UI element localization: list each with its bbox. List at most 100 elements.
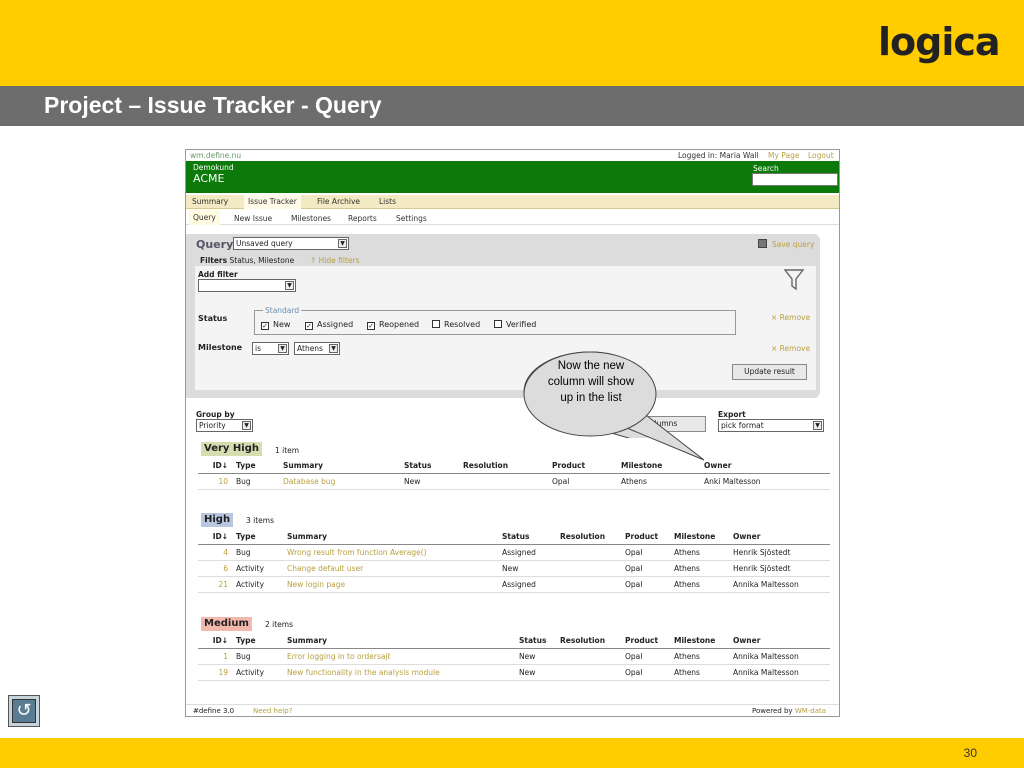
column-header[interactable]: Product [621,633,670,649]
status-checkbox-resolved[interactable]: Resolved [432,320,480,329]
tab-reports[interactable]: Reports [348,214,377,223]
hide-filters-link[interactable]: ↑ Hide filters [310,256,360,265]
issue-id[interactable]: 21 [198,576,232,593]
issue-id[interactable]: 19 [198,664,232,681]
issue-id[interactable]: 1 [198,648,232,665]
chevron-down-icon: ▼ [242,421,251,430]
column-header[interactable]: Milestone [670,529,729,545]
column-header[interactable]: Status [515,633,556,649]
remove-status-filter[interactable]: × Remove [771,313,810,322]
column-header[interactable]: ID↓ [198,458,232,474]
return-button[interactable]: ↺ [8,695,40,727]
column-header[interactable]: Owner [729,633,830,649]
tab-new-issue[interactable]: New Issue [234,214,272,223]
issue-summary-link[interactable]: Change default user [283,560,498,577]
issue-id[interactable]: 4 [198,544,232,561]
column-header[interactable]: Resolution [556,529,621,545]
query-select-value: Unsaved query [236,239,293,248]
wm-data-link[interactable]: WM-data [795,707,826,715]
column-header[interactable]: Summary [283,633,515,649]
status-checkbox-new[interactable]: ✓ New [261,320,290,330]
issue-summary-link[interactable]: Error logging in to ordersajt [283,648,515,665]
column-header[interactable]: Owner [729,529,830,545]
table-row[interactable]: 19 Activity New functionality in the ana… [198,664,830,681]
export-value: pick format [721,421,764,430]
issue-status: New [400,473,459,490]
slide-title: Project – Issue Tracker - Query [44,92,382,118]
tab-settings[interactable]: Settings [396,214,427,223]
table-row[interactable]: 6 Activity Change default user New Opal … [198,560,830,577]
site-url: wm.define.nu [190,151,242,160]
issue-product: Opal [548,473,617,490]
issue-summary-link[interactable]: Database bug [279,473,400,490]
query-select[interactable]: Unsaved query ▼ [233,237,349,250]
issue-summary-link[interactable]: New functionality in the analysis module [283,664,515,681]
need-help-link[interactable]: Need help? [253,707,292,715]
funnel-icon[interactable] [784,269,804,291]
status-checkbox-assigned[interactable]: ✓ Assigned [305,320,353,330]
column-header[interactable]: Product [621,529,670,545]
issue-id[interactable]: 10 [198,473,232,490]
milestone-value-select[interactable]: Athens ▼ [294,342,340,355]
table-row[interactable]: 1 Bug Error logging in to ordersajt New … [198,648,830,665]
table-row[interactable]: 21 Activity New login page Assigned Opal… [198,576,830,593]
tab-issue-tracker[interactable]: Issue Tracker [244,195,301,209]
issue-id[interactable]: 6 [198,560,232,577]
top-brand-band [0,0,1024,86]
column-header[interactable]: Summary [279,458,400,474]
issue-summary-link[interactable]: New login page [283,576,498,593]
checkbox-empty-icon [432,320,440,328]
bottom-brand-band [0,738,1024,768]
column-header[interactable]: Type [232,633,283,649]
status-checkbox-verified[interactable]: Verified [494,320,536,329]
tab-file-archive[interactable]: File Archive [317,197,360,206]
group-badge-very-high: Very High [201,442,262,456]
add-filter-select[interactable]: ▼ [198,279,296,292]
issue-owner: Henrik Sjöstedt [729,560,830,577]
remove-milestone-filter[interactable]: × Remove [771,344,810,353]
tab-lists[interactable]: Lists [379,197,396,206]
milestone-filter-label: Milestone [198,343,243,352]
tab-summary[interactable]: Summary [192,197,228,206]
status-checkbox-reopened[interactable]: ✓ Reopened [367,320,419,330]
export-select[interactable]: pick format ▼ [718,419,824,432]
update-result-button[interactable]: Update result [732,364,807,380]
issue-milestone: Athens [670,560,729,577]
column-header[interactable]: Milestone [670,633,729,649]
table-row[interactable]: 4 Bug Wrong result from function Average… [198,544,830,561]
issue-type: Activity [232,560,283,577]
group-by-value: Priority [199,421,226,430]
column-header[interactable]: Summary [283,529,498,545]
column-header[interactable]: Status [498,529,556,545]
issue-resolution [459,473,548,490]
issue-table-medium: ID↓ Type Summary Status Resolution Produ… [198,633,830,681]
group-by-select[interactable]: Priority ▼ [196,419,253,432]
my-page-link[interactable]: My Page [768,151,799,160]
search-input[interactable] [752,173,838,186]
save-query-link[interactable]: Save query [758,239,814,249]
column-header[interactable]: ID↓ [198,633,232,649]
app-footer: #define 3.0 Need help? Powered by WM-dat… [186,704,839,716]
table-row[interactable]: 10 Bug Database bug New Opal Athens Anki… [198,473,830,490]
issue-resolution [556,544,621,561]
logout-link[interactable]: Logout [808,151,834,160]
issue-product: Opal [621,544,670,561]
issue-resolution [556,648,621,665]
column-header[interactable]: Type [232,458,279,474]
issue-type: Bug [232,473,279,490]
save-query-label: Save query [772,240,815,249]
tab-query[interactable]: Query [189,210,220,225]
issue-table-high: ID↓ Type Summary Status Resolution Produ… [198,529,830,593]
table-header-row: ID↓ Type Summary Status Resolution Produ… [198,529,830,545]
milestone-operator-select[interactable]: is ▼ [252,342,289,355]
column-header[interactable]: Resolution [556,633,621,649]
return-arrow-icon: ↺ [12,699,36,723]
tab-milestones[interactable]: Milestones [291,214,331,223]
powered-by-label: Powered by [752,707,793,715]
standard-legend: Standard [263,306,302,315]
group-count: 2 items [265,620,294,629]
issue-summary-link[interactable]: Wrong result from function Average() [283,544,498,561]
column-header[interactable]: ID↓ [198,529,232,545]
column-header[interactable]: Status [400,458,459,474]
column-header[interactable]: Type [232,529,283,545]
